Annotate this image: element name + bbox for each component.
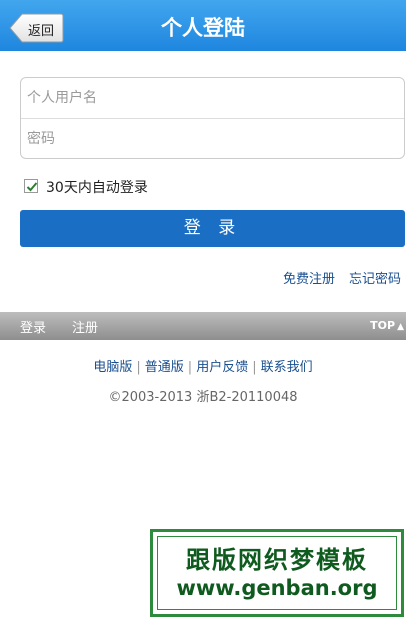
watermark-url: www.genban.org	[176, 576, 378, 600]
footer-links: 电脑版 | 普通版 | 用户反馈 | 联系我们	[0, 356, 406, 375]
copyright-text: ©2003-2013 浙B2-20110048	[108, 390, 298, 405]
forgot-password-link[interactable]: 忘记密码	[349, 268, 401, 287]
password-input[interactable]	[21, 119, 404, 159]
bottom-nav-bar: 登录 注册 TOP ▲	[0, 312, 406, 340]
top-label: TOP	[370, 319, 396, 332]
username-input[interactable]	[21, 78, 404, 118]
back-to-top-button[interactable]: TOP ▲	[370, 319, 404, 332]
footer-link-contact[interactable]: 联系我们	[261, 360, 313, 375]
watermark-stamp: 跟版网织梦模板 www.genban.org	[150, 529, 404, 617]
remember-label: 30天内自动登录	[46, 180, 148, 196]
arrow-up-icon: ▲	[397, 322, 404, 332]
login-form	[20, 77, 405, 159]
free-register-link[interactable]: 免费注册	[283, 268, 335, 287]
separator: |	[187, 360, 193, 375]
watermark-title: 跟版网织梦模板	[186, 546, 368, 574]
footer-link-pc[interactable]: 电脑版	[93, 360, 132, 375]
remember-checkbox[interactable]	[24, 179, 38, 193]
header-bar: 返回 个人登陆	[0, 0, 406, 51]
checkmark-icon	[26, 182, 38, 192]
separator: |	[136, 360, 141, 375]
footer-link-standard[interactable]: 普通版	[145, 360, 184, 375]
login-button[interactable]: 登 录	[20, 210, 405, 247]
separator: |	[252, 360, 257, 375]
page-title: 个人登陆	[161, 16, 245, 40]
footer-link-feedback[interactable]: 用户反馈	[196, 360, 248, 375]
bar-login-link[interactable]: 登录	[20, 317, 46, 336]
bar-register-link[interactable]: 注册	[72, 317, 98, 336]
